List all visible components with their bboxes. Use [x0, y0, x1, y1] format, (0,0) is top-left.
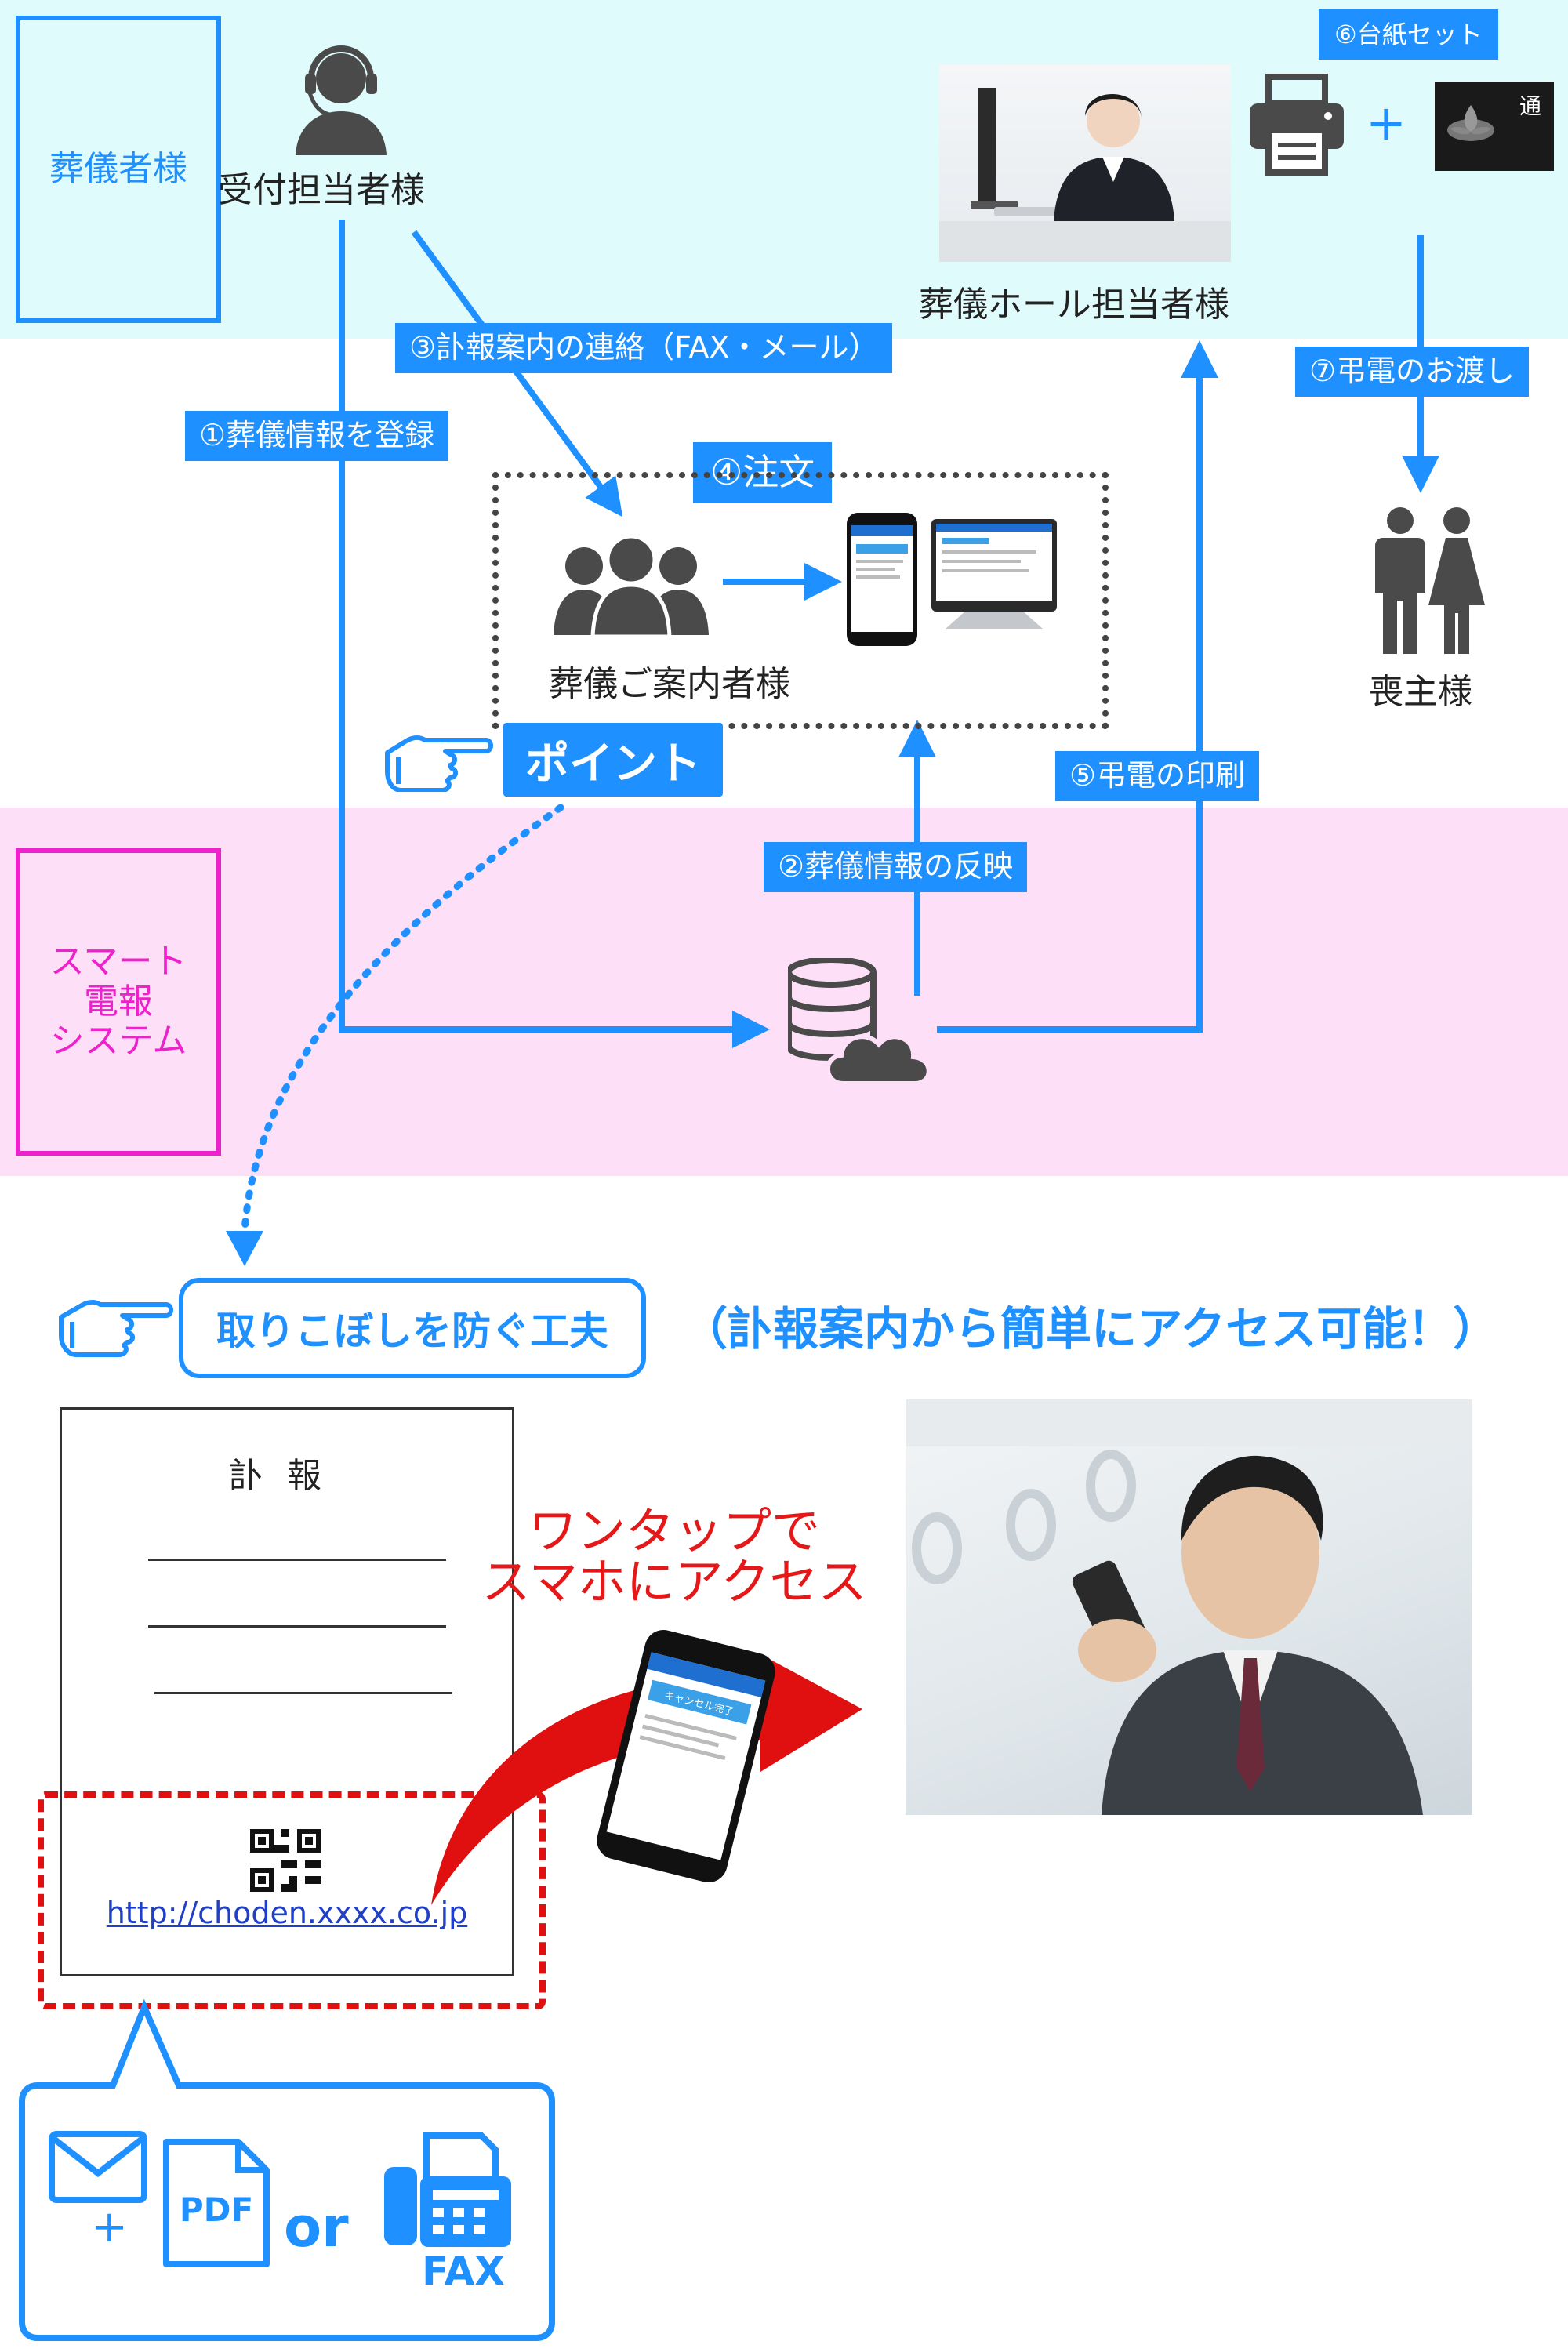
or-label: or — [284, 2195, 349, 2259]
hall-staff-photo — [939, 64, 1231, 262]
step-6-label: ⑥台紙セット — [1334, 20, 1483, 49]
arrow-point-to-tip — [241, 804, 564, 1235]
card-glyph: 通 — [1519, 93, 1542, 119]
database-cloud-icon — [788, 958, 931, 1086]
step-2-label: ②葬儀情報の反映 — [778, 849, 1014, 884]
email-plus-sign: + — [91, 2201, 128, 2252]
smartphone-device — [847, 513, 917, 646]
people-group-icon — [554, 535, 709, 637]
plus-sign: + — [1366, 94, 1406, 151]
desktop-monitor — [931, 519, 1057, 612]
tip-box: 取りこぼしを防ぐ工夫 — [179, 1278, 646, 1378]
onetap-line-2: スマホにアクセス — [481, 1553, 867, 1611]
hall-staff-label: 葬儀ホール担当者様 — [919, 285, 1229, 325]
step-7-badge: ⑦弔電のお渡し — [1295, 347, 1530, 397]
headset-operator-icon — [296, 45, 387, 155]
point-badge-label: ポイント — [525, 738, 701, 789]
printer-icon — [1250, 74, 1344, 176]
tip-title: 取りこぼしを防ぐ工夫 — [216, 1308, 608, 1354]
chief-mourner-label: 喪主様 — [1369, 672, 1472, 712]
obituary-title: 訃報 — [229, 1456, 345, 1496]
fax-label: FAX — [422, 2249, 505, 2294]
step-5-label: ⑤弔電の印刷 — [1069, 758, 1246, 793]
step-5-badge: ⑤弔電の印刷 — [1055, 751, 1260, 801]
reception-staff-label: 受付担当者様 — [218, 170, 425, 210]
businessman-photo — [906, 1399, 1472, 1815]
step-3-label: ③訃報案内の連絡（FAX・メール） — [409, 330, 879, 365]
chief-mourner-icon — [1375, 507, 1485, 654]
step-1-badge: ①葬儀情報を登録 — [185, 411, 449, 461]
pdf-icon: PDF — [162, 2137, 271, 2269]
step-7-label: ⑦弔電のお渡し — [1309, 354, 1515, 388]
tip-pointing-hand-icon — [59, 1300, 173, 1357]
access-note: （訃報案内から簡単にアクセス可能！） — [682, 1302, 1499, 1356]
step-3-badge: ③訃報案内の連絡（FAX・メール） — [395, 323, 893, 373]
telegram-card-image: 通 — [1435, 82, 1554, 171]
onetap-caption: ワンタップで スマホにアクセス — [470, 1505, 878, 1607]
pointing-hand-icon — [385, 735, 493, 792]
onetap-line-1: ワンタップで — [528, 1502, 820, 1559]
pdf-label: PDF — [179, 2190, 254, 2229]
point-badge: ポイント — [503, 723, 723, 797]
fax-icon: FAX — [381, 2132, 514, 2294]
step-6-badge: ⑥台紙セット — [1319, 9, 1498, 60]
guide-label: 葬儀ご案内者様 — [549, 664, 790, 704]
step-1-label: ①葬儀情報を登録 — [199, 418, 435, 452]
email-icon — [49, 2131, 147, 2203]
step-2-badge: ②葬儀情報の反映 — [764, 842, 1028, 892]
